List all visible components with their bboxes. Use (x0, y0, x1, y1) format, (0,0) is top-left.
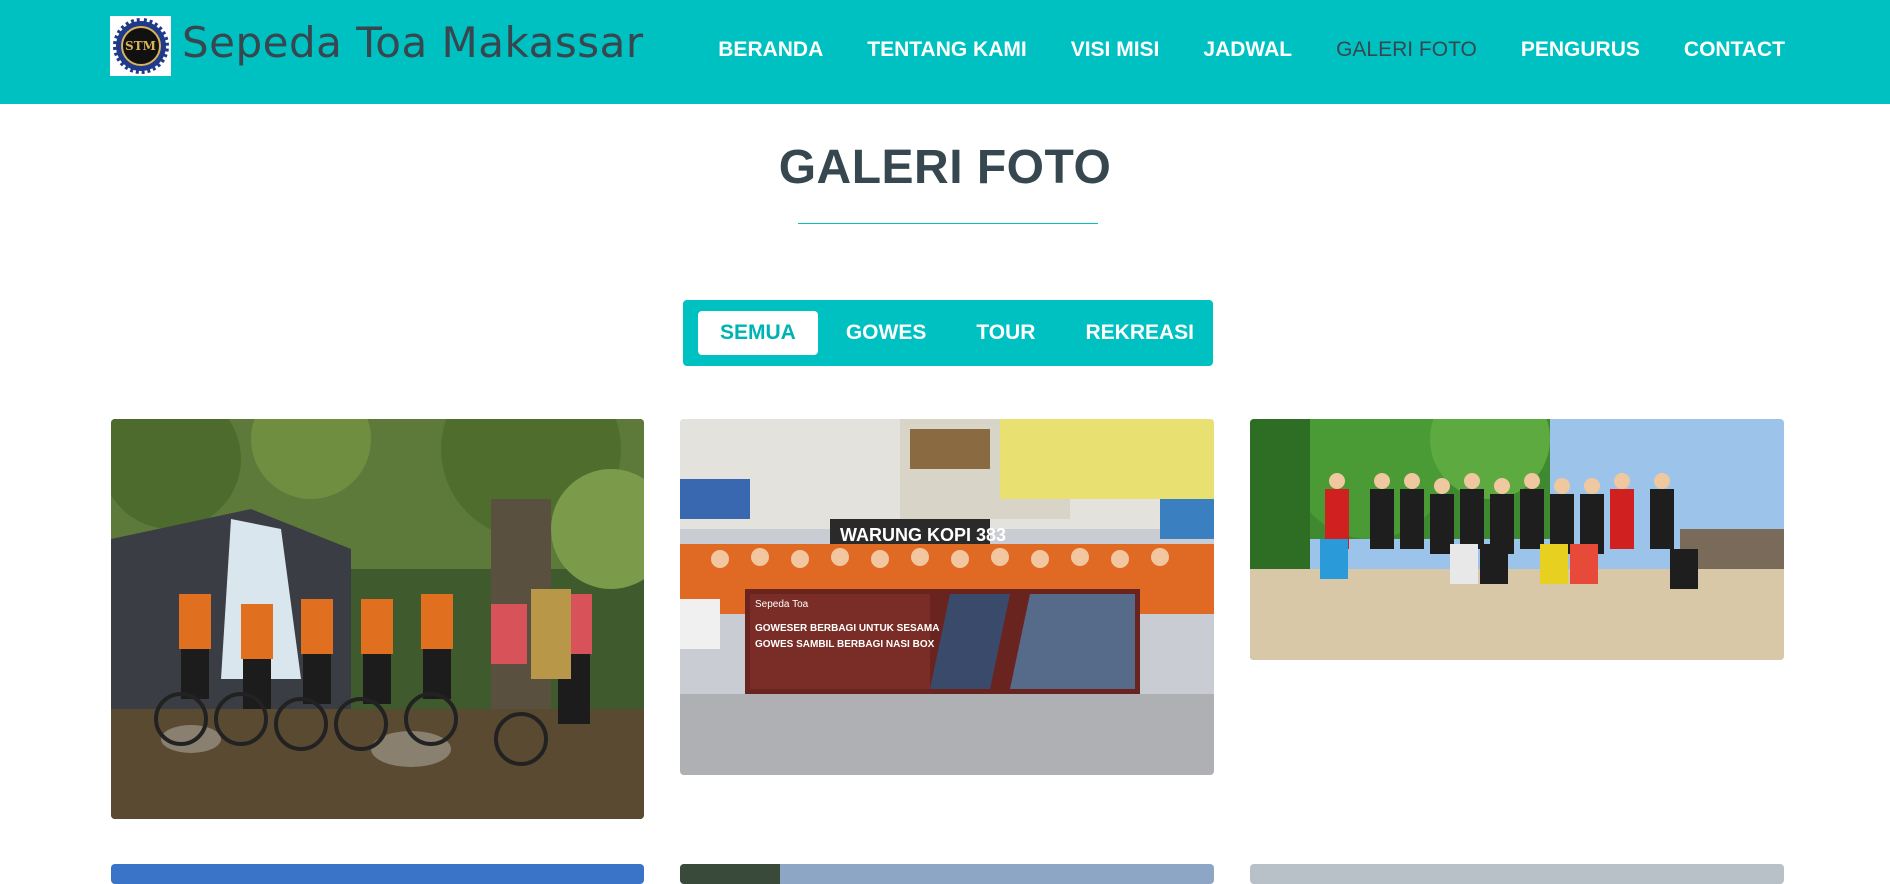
nav-item-tentang-kami[interactable]: TENTANG KAMI (867, 38, 1026, 62)
gallery-photo-5[interactable] (680, 864, 1214, 884)
gallery-photo-banner[interactable]: WARUNG KOPI 383 Sepeda Toa GOWESER BERBA… (680, 419, 1214, 775)
photo-waterfall-image (111, 419, 644, 819)
nav-item-jadwal[interactable]: JADWAL (1203, 38, 1292, 62)
site-title[interactable]: Sepeda Toa Makassar (182, 18, 644, 67)
gallery-photo-6[interactable] (1250, 864, 1784, 884)
nav-item-contact[interactable]: CONTACT (1684, 38, 1785, 62)
photo-banner-image: WARUNG KOPI 383 Sepeda Toa GOWESER BERBA… (680, 419, 1214, 775)
title-divider (798, 223, 1098, 224)
logo-text: STM (120, 26, 161, 66)
filter-semua[interactable]: SEMUA (698, 311, 818, 355)
main-nav: BERANDA TENTANG KAMI VISI MISI JADWAL GA… (674, 38, 1785, 62)
shop-sign-text: WARUNG KOPI 383 (840, 525, 1006, 545)
nav-item-pengurus[interactable]: PENGURUS (1521, 38, 1640, 62)
photo-6-image (1250, 864, 1784, 884)
gallery-photo-4[interactable] (111, 864, 644, 884)
photo-beach-image (1250, 419, 1784, 660)
page-title: GALERI FOTO (778, 141, 1112, 194)
banner-line-2: GOWES SAMBIL BERBAGI NASI BOX (755, 639, 935, 650)
nav-item-visi-misi[interactable]: VISI MISI (1071, 38, 1160, 62)
filter-rekreasi[interactable]: REKREASI (1063, 311, 1216, 355)
filter-tour[interactable]: TOUR (954, 311, 1057, 355)
banner-brand: Sepeda Toa (755, 599, 809, 610)
nav-item-galeri-foto[interactable]: GALERI FOTO (1336, 38, 1477, 62)
gallery-photo-beach[interactable] (1250, 419, 1784, 660)
site-logo[interactable]: STM (110, 16, 171, 76)
logo-badge-icon: STM (112, 18, 169, 74)
photo-5-image (680, 864, 1214, 884)
gallery-photo-waterfall[interactable] (111, 419, 644, 819)
nav-item-beranda[interactable]: BERANDA (718, 38, 823, 62)
site-header: STM Sepeda Toa Makassar BERANDA TENTANG … (0, 0, 1890, 104)
banner-line-1: GOWESER BERBAGI UNTUK SESAMA (755, 623, 939, 634)
filter-gowes[interactable]: GOWES (824, 311, 949, 355)
photo-4-image (111, 864, 644, 884)
gallery-filter-bar: SEMUA GOWES TOUR REKREASI (683, 300, 1213, 366)
